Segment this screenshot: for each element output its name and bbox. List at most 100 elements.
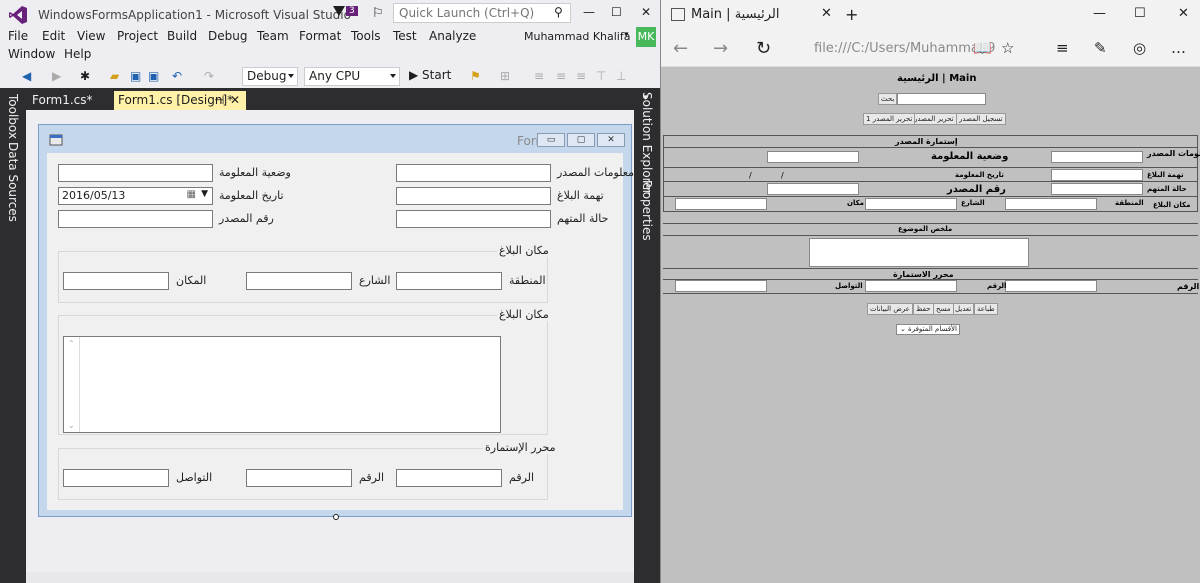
close-button[interactable]: ✕ xyxy=(641,5,651,19)
accused-status-input[interactable] xyxy=(396,210,551,228)
signed-in-user[interactable]: Muhammad Khalifa xyxy=(524,30,630,43)
save-button[interactable]: حفظ xyxy=(913,303,934,315)
close-tab-icon[interactable]: ✕ xyxy=(821,6,832,21)
align-tops-icon[interactable]: ⊤ xyxy=(596,69,606,83)
pin-icon[interactable]: ⊣ xyxy=(214,93,224,107)
navigate-back-icon[interactable]: ◀ xyxy=(22,69,31,83)
report-charge-input[interactable] xyxy=(396,187,551,205)
form-maximize-button[interactable]: ▢ xyxy=(567,133,595,147)
share-icon[interactable]: ◎ xyxy=(1133,39,1146,57)
menu-build[interactable]: Build xyxy=(167,29,197,43)
region-input[interactable] xyxy=(396,272,502,290)
editor-contact-input[interactable] xyxy=(63,469,169,487)
source-info-input[interactable] xyxy=(396,164,551,182)
align-rights-icon[interactable]: ≡ xyxy=(576,69,586,83)
refresh-icon[interactable]: ↻ xyxy=(756,38,771,59)
region-input[interactable] xyxy=(1005,198,1097,210)
layout-grid-icon[interactable]: ⊞ xyxy=(500,69,510,83)
menu-help[interactable]: Help xyxy=(64,47,91,61)
align-lefts-icon[interactable]: ≡ xyxy=(534,69,544,83)
search-input[interactable] xyxy=(897,93,986,105)
data-sources-tab[interactable]: Data Sources xyxy=(6,142,20,222)
designed-form-window[interactable]: Form1 ▭ ▢ ✕ معلومات المصدر وضعية المعلوم… xyxy=(38,124,634,520)
source-info-input[interactable] xyxy=(1051,151,1143,163)
report-charge-input[interactable] xyxy=(1051,169,1143,181)
print-button[interactable]: طباعة xyxy=(974,303,998,315)
minimize-button[interactable]: — xyxy=(583,5,595,19)
favorite-star-icon[interactable]: ☆ xyxy=(1001,39,1014,57)
menu-debug[interactable]: Debug xyxy=(208,29,247,43)
menu-file[interactable]: File xyxy=(8,29,28,43)
show-data-button[interactable]: عرض البيانات xyxy=(867,303,913,315)
web-note-icon[interactable]: ✎ xyxy=(1094,39,1107,57)
redo-icon[interactable]: ↷ xyxy=(204,69,214,83)
tab-form1-design[interactable]: Form1.cs [Design]* ⊣ ✕ xyxy=(114,91,246,110)
info-date-picker[interactable]: 2016/05/13 ▦ ▼ xyxy=(58,187,213,205)
save-icon[interactable]: ▣ xyxy=(130,69,141,83)
number2-input[interactable] xyxy=(865,280,957,292)
more-icon[interactable]: … xyxy=(1171,39,1186,57)
register-source-button[interactable]: تسجيل المصدر xyxy=(956,113,1006,125)
reading-view-icon[interactable]: 📖 xyxy=(973,39,992,57)
align-middles-icon[interactable]: ⊥ xyxy=(616,69,626,83)
contact-input[interactable] xyxy=(675,280,767,292)
info-status-input[interactable] xyxy=(58,164,213,182)
scroll-down-icon[interactable]: ⌄ xyxy=(68,421,75,430)
user-avatar[interactable]: MK xyxy=(636,27,656,47)
search-button[interactable]: بحث xyxy=(878,93,898,105)
edit-source-button[interactable]: تحرير المصدر xyxy=(911,113,957,125)
place-input[interactable] xyxy=(63,272,169,290)
solution-platform-dropdown[interactable]: Any CPU xyxy=(304,67,400,86)
designer-horizontal-scrollbar[interactable] xyxy=(26,572,634,583)
hub-icon[interactable]: ≡ xyxy=(1056,39,1069,57)
source-number-input[interactable] xyxy=(767,183,859,195)
edge-minimize-button[interactable]: — xyxy=(1093,6,1106,21)
new-project-icon[interactable]: ✱ xyxy=(80,69,90,83)
menu-team[interactable]: Team xyxy=(257,29,289,43)
number-input[interactable] xyxy=(1005,280,1097,292)
new-tab-button[interactable]: + xyxy=(845,5,858,24)
modify-button[interactable]: تعديل xyxy=(952,303,975,315)
editor-number-input[interactable] xyxy=(396,469,502,487)
form-minimize-button[interactable]: ▭ xyxy=(537,133,565,147)
search-icon[interactable]: ⚲ xyxy=(554,5,563,19)
menu-edit[interactable]: Edit xyxy=(42,29,65,43)
align-centers-icon[interactable]: ≡ xyxy=(556,69,566,83)
edge-maximize-button[interactable]: ☐ xyxy=(1134,6,1146,21)
accused-status-input[interactable] xyxy=(1051,183,1143,195)
menu-view[interactable]: View xyxy=(77,29,105,43)
street-input[interactable] xyxy=(865,198,957,210)
subject-summary-textarea[interactable]: ⌃ ⌄ xyxy=(63,336,501,433)
street-input[interactable] xyxy=(246,272,352,290)
info-status-input[interactable] xyxy=(767,151,859,163)
scroll-up-icon[interactable]: ⌃ xyxy=(68,339,75,348)
undo-icon[interactable]: ↶ xyxy=(172,69,182,83)
menu-analyze[interactable]: Analyze xyxy=(429,29,476,43)
close-tab-icon[interactable]: ✕ xyxy=(230,93,240,107)
start-debugging-button[interactable]: ▶ Start xyxy=(409,68,451,82)
user-menu-chevron-down-icon[interactable]: ▾ xyxy=(624,30,629,40)
form-close-button[interactable]: ✕ xyxy=(597,133,625,147)
browser-tab-main[interactable]: Main | الرئيسية ✕ xyxy=(667,0,839,30)
menu-test[interactable]: Test xyxy=(393,29,417,43)
resize-handle[interactable] xyxy=(333,514,339,520)
menu-window[interactable]: Window xyxy=(8,47,55,61)
menu-project[interactable]: Project xyxy=(117,29,158,43)
feedback-icon[interactable]: ⚐ xyxy=(372,6,384,21)
forward-icon[interactable]: → xyxy=(713,38,728,59)
navigate-forward-icon[interactable]: ▶ xyxy=(52,69,61,83)
date-dropdown-arrow-icon[interactable]: ▼ xyxy=(201,189,208,199)
maximize-button[interactable]: ☐ xyxy=(611,5,622,19)
source-number-input[interactable] xyxy=(58,210,213,228)
save-all-icon[interactable]: ▣ xyxy=(148,69,159,83)
back-icon[interactable]: ← xyxy=(673,38,688,59)
vertical-scrollbar[interactable]: ⌃ ⌄ xyxy=(64,337,80,432)
edit-source-1-button[interactable]: تحرير المصدر 1 xyxy=(863,113,916,125)
toolbox-tab[interactable]: Toolbox xyxy=(6,94,20,139)
edge-close-button[interactable]: ✕ xyxy=(1178,6,1189,21)
solution-configuration-dropdown[interactable]: Debug xyxy=(242,67,298,86)
editor-number2-input[interactable] xyxy=(246,469,352,487)
notifications-button[interactable]: 3 xyxy=(333,6,358,19)
menu-tools[interactable]: Tools xyxy=(351,29,381,43)
clear-button[interactable]: مسح xyxy=(933,303,954,315)
